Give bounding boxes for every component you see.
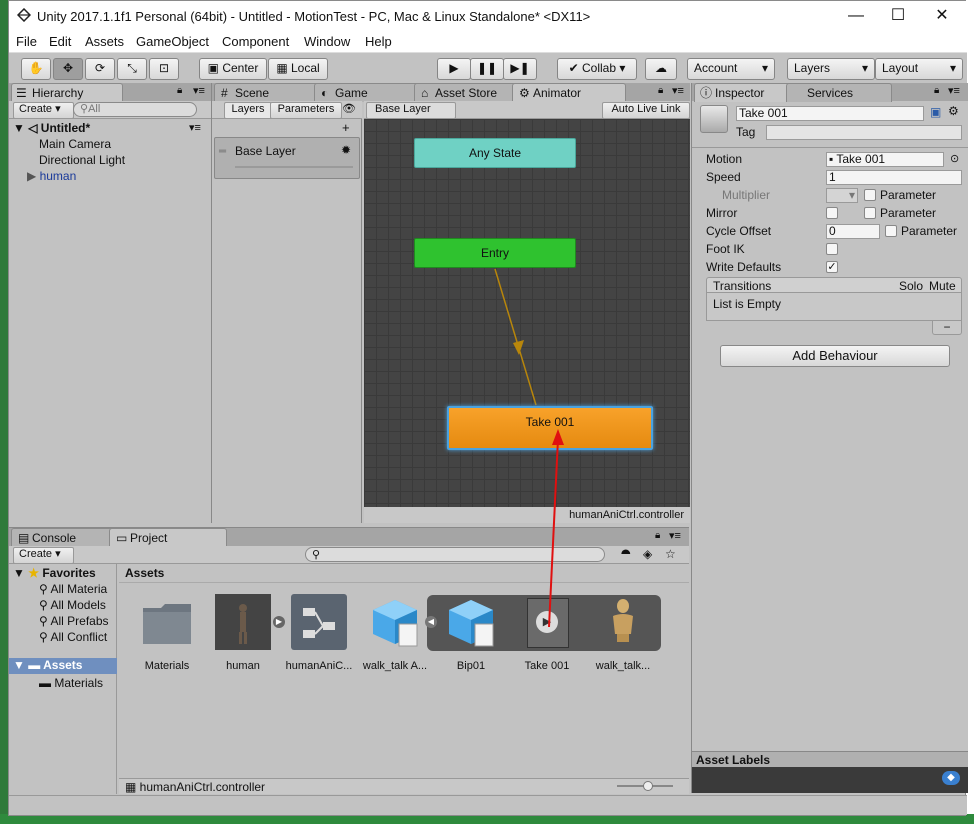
unity-window: Unity 2017.1.1f1 Personal (64bit) - Unti… xyxy=(8,0,968,816)
annotation-arrow xyxy=(548,429,564,628)
